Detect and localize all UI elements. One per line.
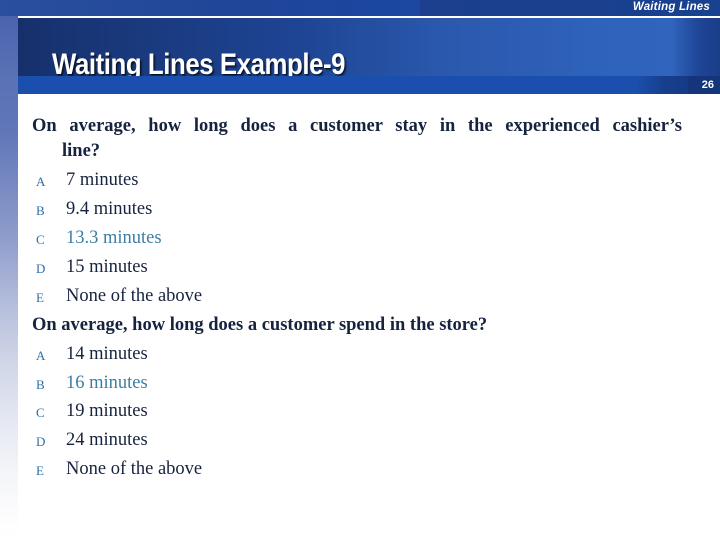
question-2-option-e[interactable]: E None of the above	[36, 459, 636, 483]
option-text: 9.4 minutes	[66, 199, 153, 219]
option-text: 15 minutes	[66, 257, 148, 277]
option-letter: C	[36, 405, 45, 420]
option-letter: E	[36, 290, 44, 305]
option-letter: B	[36, 203, 45, 218]
question-1-option-a[interactable]: A 7 minutes	[36, 170, 636, 194]
question-2-line-1: On average, how long does a customer spe…	[32, 315, 488, 335]
title-banner: Waiting Lines Example-9	[18, 18, 720, 81]
slide-content: On average, how long does a customer sta…	[18, 94, 720, 540]
question-1-option-d[interactable]: D 15 minutes	[36, 257, 636, 281]
option-text-highlighted: 13.3 minutes	[66, 228, 162, 248]
title-underbar	[18, 76, 720, 94]
option-letter: D	[36, 434, 46, 449]
option-letter: A	[36, 348, 46, 363]
option-text: 19 minutes	[66, 401, 148, 421]
question-1-line-1: On average, how long does a customer sta…	[32, 116, 682, 136]
option-letter: C	[36, 232, 45, 247]
question-2-option-d[interactable]: D 24 minutes	[36, 430, 636, 454]
slide-page-number: 26	[701, 79, 714, 91]
option-text: 7 minutes	[66, 170, 139, 190]
option-letter: D	[36, 261, 46, 276]
option-text: None of the above	[66, 459, 203, 479]
question-1-line-2: line?	[62, 141, 101, 161]
option-text: 14 minutes	[66, 344, 148, 364]
question-1-option-e[interactable]: E None of the above	[36, 286, 636, 310]
question-2-option-b[interactable]: B 16 minutes	[36, 373, 636, 397]
option-letter: B	[36, 377, 45, 392]
option-letter: A	[36, 174, 46, 189]
option-text: 24 minutes	[66, 430, 148, 450]
option-letter: E	[36, 463, 44, 478]
question-2-option-c[interactable]: C 19 minutes	[36, 401, 636, 425]
question-1-option-b[interactable]: B 9.4 minutes	[36, 199, 636, 223]
slide-header-label: Waiting Lines	[632, 1, 710, 13]
question-2-option-a[interactable]: A 14 minutes	[36, 344, 636, 368]
left-decorative-strip	[0, 16, 18, 540]
question-1-option-c[interactable]: C 13.3 minutes	[36, 228, 636, 252]
presentation-slide: Waiting Lines Waiting Lines Example-9 26…	[0, 0, 720, 540]
option-text: None of the above	[66, 286, 203, 306]
option-text-highlighted: 16 minutes	[66, 373, 148, 393]
